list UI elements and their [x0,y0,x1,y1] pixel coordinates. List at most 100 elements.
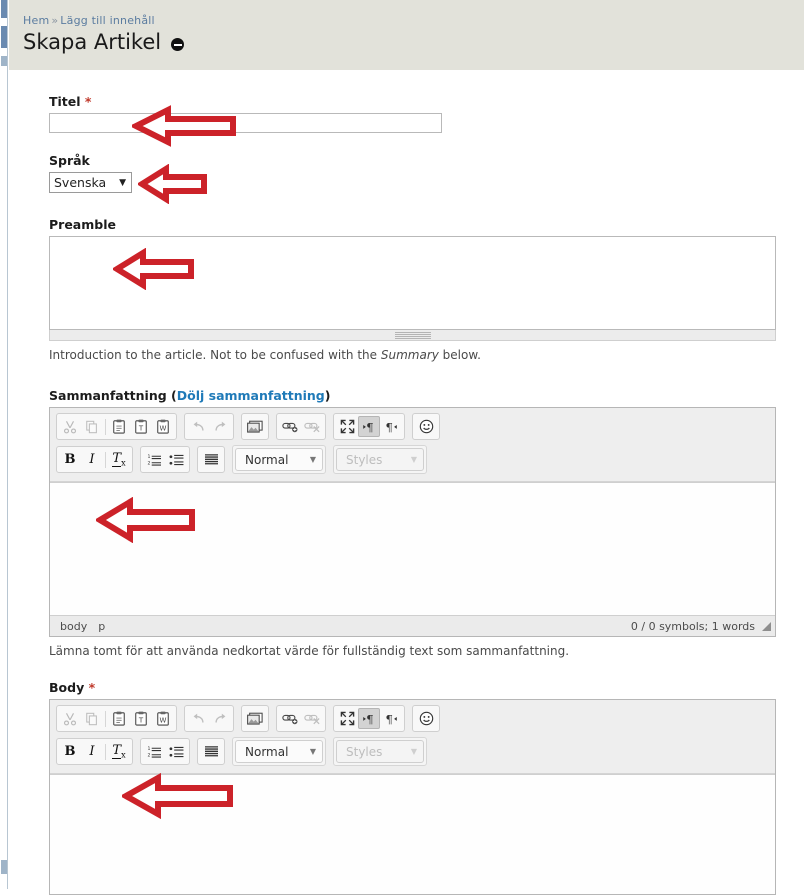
paste-from-word-icon[interactable]: W [152,708,174,729]
image-icon[interactable] [244,416,266,437]
link-group [276,413,326,440]
copy-icon[interactable] [81,708,103,729]
copy-icon[interactable] [81,416,103,437]
body-editor-toolbar: T W ¶ ¶ B I Tx 1 2 Normal ▼ Styles ▼ [50,700,775,774]
paste-icon[interactable] [108,708,130,729]
chevron-down-icon: ▼ [410,747,417,756]
preamble-description: Introduction to the article. Not to be c… [49,348,804,362]
undo-icon[interactable] [187,416,209,437]
svg-text:¶: ¶ [366,420,373,434]
paste-icon[interactable] [108,416,130,437]
breadcrumb-link-home[interactable]: Hem [23,14,49,27]
textarea-resize-grip[interactable] [49,330,776,341]
preamble-desc-emphasis: Summary [380,348,439,362]
toolbar-separator [105,710,106,727]
styles-combo[interactable]: Styles ▼ [336,740,424,763]
preamble-desc-before: Introduction to the article. Not to be c… [49,348,381,362]
cut-icon[interactable] [59,708,81,729]
bold-icon[interactable]: B [59,741,81,762]
numbered-list-icon[interactable]: 12 [143,449,165,470]
text-direction-rtl-icon[interactable]: ¶ [380,416,402,437]
bulleted-list-icon[interactable] [165,741,187,762]
word-count-text: 0 / 0 symbols; 1 words [630,619,755,633]
styles-combo[interactable]: Styles ▼ [336,448,424,471]
page-title-text: Skapa Artikel [23,30,162,54]
label-summary-close: ) [324,388,331,403]
toolbar-separator [105,451,106,468]
numbered-list-icon[interactable]: 12 [143,741,165,762]
smiley-icon[interactable] [415,708,437,729]
label-language: Språk [49,153,90,168]
maximize-icon[interactable] [336,416,358,437]
history-group [184,705,234,732]
svg-text:1: 1 [147,454,150,460]
text-direction-ltr-icon[interactable]: ¶ [358,416,380,437]
paragraph-format-combo[interactable]: Normal ▼ [235,448,323,471]
toolbar-row-2: B I Tx 12 Normal ▼ Styles ▼ [56,445,769,474]
clipboard-group: T W [56,413,177,440]
browser-left-edge [0,0,8,889]
justify-icon[interactable] [200,741,222,762]
link-icon[interactable] [279,708,301,729]
redo-icon[interactable] [209,708,231,729]
format-combo-wrap: Normal ▼ [232,737,326,766]
smiley-icon[interactable] [415,416,437,437]
breadcrumb-separator: » [51,14,59,27]
chevron-down-icon: ▼ [309,747,316,756]
remove-format-icon[interactable]: Tx [108,741,130,762]
format-combo-label: Normal [245,452,289,467]
undo-icon[interactable] [187,708,209,729]
smiley-group [412,705,440,732]
toolbar-separator [105,418,106,435]
element-path-p[interactable]: p [98,620,105,633]
justify-icon[interactable] [200,449,222,470]
image-icon[interactable] [244,708,266,729]
title-input[interactable] [49,113,442,133]
edge-tick [1,56,7,66]
italic-icon[interactable]: I [81,449,103,470]
paste-as-plain-text-icon[interactable]: T [130,708,152,729]
paste-as-plain-text-icon[interactable]: T [130,416,152,437]
minus-circle-icon[interactable] [171,38,185,52]
label-summary-text: Sammanfattning ( [49,388,177,403]
svg-text:2: 2 [147,753,150,758]
unlink-icon[interactable] [301,708,323,729]
format-combo-wrap: Normal ▼ [232,445,326,474]
paste-from-word-icon[interactable]: W [152,416,174,437]
unlink-icon[interactable] [301,416,323,437]
cut-icon[interactable] [59,416,81,437]
text-direction-rtl-icon[interactable]: ¶ [380,708,402,729]
italic-icon[interactable]: I [81,741,103,762]
editor-resize-grip-icon[interactable] [762,621,771,631]
grip-lines-icon [394,331,431,339]
page-title: Skapa Artikel [23,30,804,54]
preamble-textarea[interactable] [49,236,776,330]
breadcrumb-link-add-content[interactable]: Lägg till innehåll [60,14,155,27]
summary-editor-content[interactable] [50,482,775,615]
summary-editor: T W ¶ ¶ B I Tx 1 2 Normal ▼ Styles ▼ bod… [49,407,776,637]
svg-text:W: W [160,424,167,432]
basic-styles-group: B I Tx [56,446,133,473]
maximize-icon[interactable] [336,708,358,729]
tools-group: ¶ ¶ [333,413,405,440]
language-select[interactable]: Svenska [49,172,132,193]
toggle-summary-link[interactable]: Dölj sammanfattning [177,388,325,403]
toolbar-row-2: B I Tx 12 Normal ▼ Styles ▼ [56,737,769,766]
chevron-down-icon: ▼ [410,455,417,464]
bold-icon[interactable]: B [59,449,81,470]
element-path-body[interactable]: body [60,620,87,633]
justify-group [197,738,225,765]
svg-text:¶: ¶ [366,712,373,726]
paragraph-format-combo[interactable]: Normal ▼ [235,740,323,763]
svg-text:T: T [138,424,144,432]
svg-text:¶: ¶ [386,712,393,726]
redo-icon[interactable] [209,416,231,437]
body-editor: T W ¶ ¶ B I Tx 1 2 Normal ▼ Styles ▼ [49,699,776,895]
language-select-wrap: Svenska ▼ [49,172,132,193]
remove-format-icon[interactable]: Tx [108,449,130,470]
link-icon[interactable] [279,416,301,437]
body-editor-content[interactable] [50,774,775,894]
bulleted-list-icon[interactable] [165,449,187,470]
breadcrumb: Hem» Lägg till innehåll [23,14,804,27]
text-direction-ltr-icon[interactable]: ¶ [358,708,380,729]
